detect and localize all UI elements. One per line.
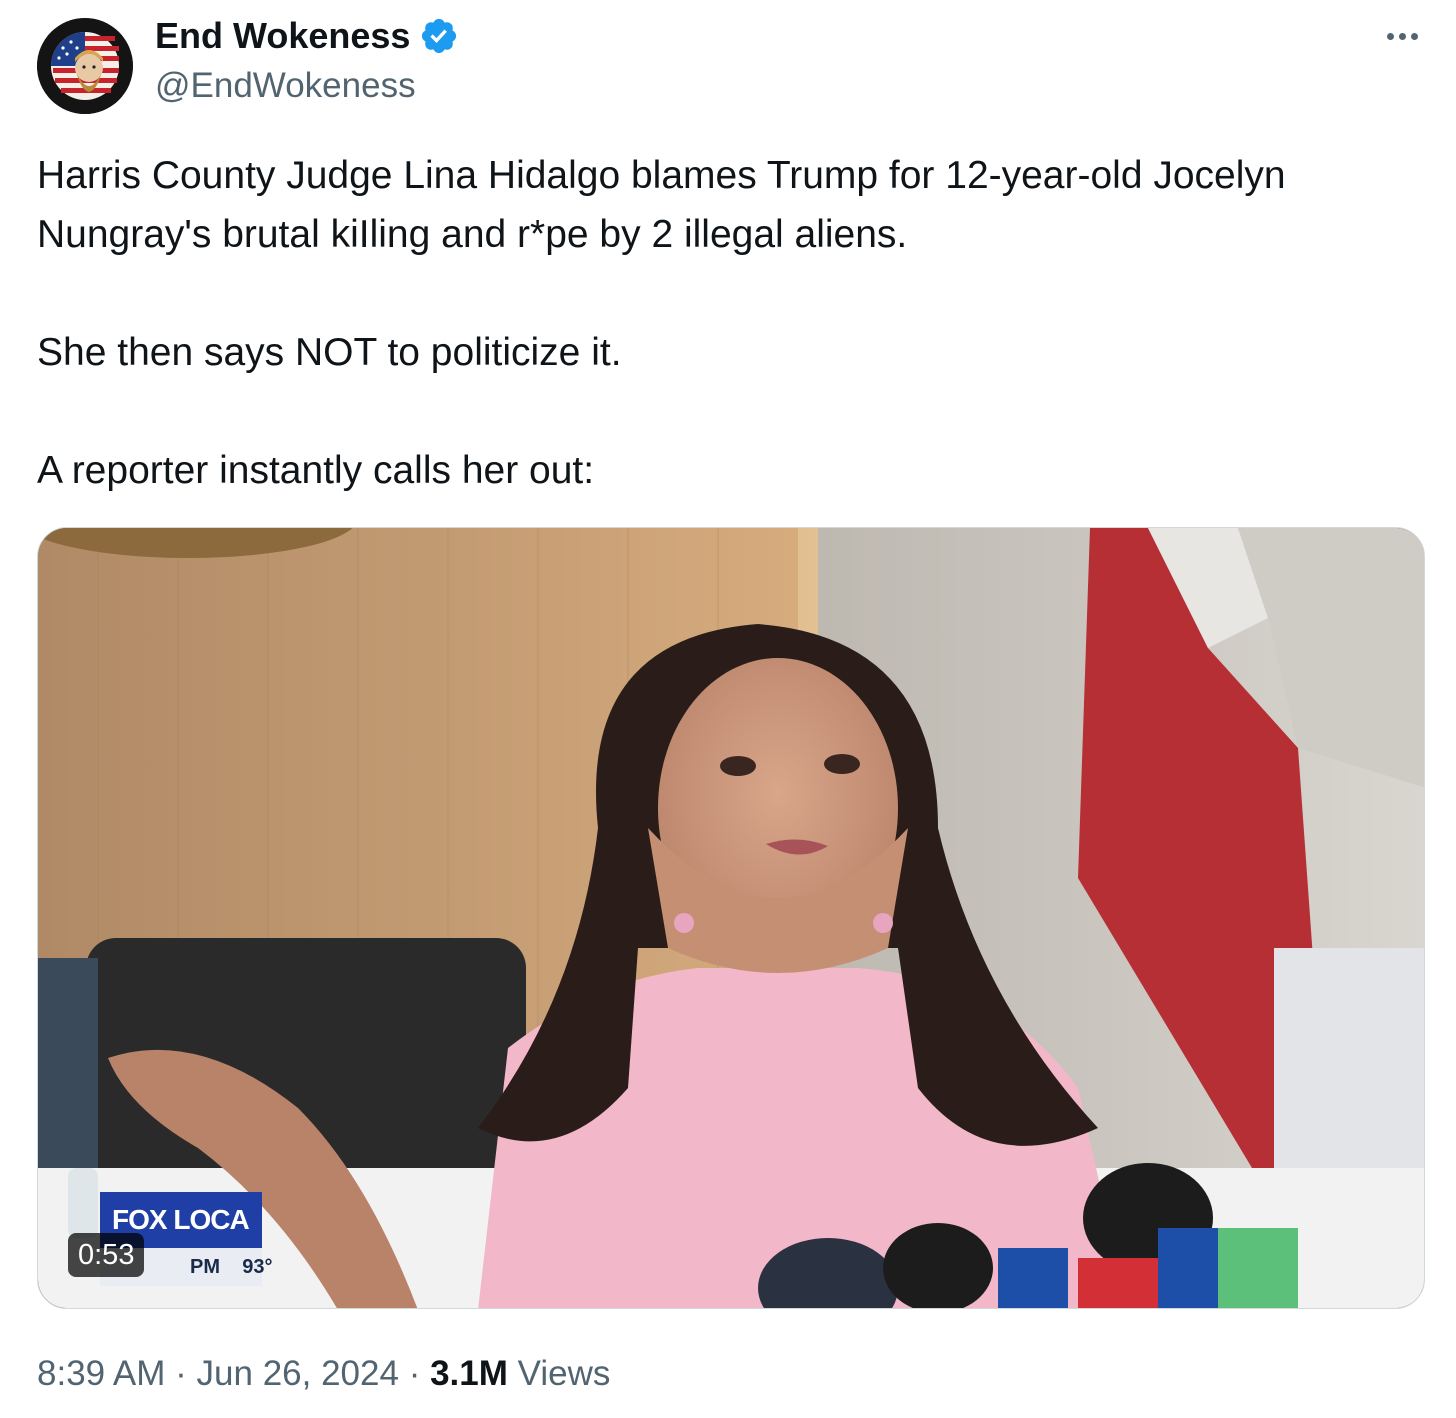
author-handle[interactable]: @EndWokeness [155,64,416,108]
more-horizontal-icon [1386,32,1394,40]
more-horizontal-icon [1410,32,1418,40]
tweet-paragraph: A reporter instantly calls her out: [37,449,595,492]
meta-separator: · [175,1354,187,1393]
more-options-button[interactable] [1378,18,1426,54]
tweet-meta: 8:39 AM · Jun 26, 2024 · 3.1M Views [37,1350,610,1398]
author-avatar[interactable] [37,18,133,114]
station-bug-temp: 93° [242,1256,273,1278]
tweet-paragraph: She then says NOT to politicize it. [37,331,622,374]
meta-separator: · [408,1354,421,1393]
author-name-text[interactable]: End Wokeness [155,14,410,58]
tweet-card: End Wokeness @EndWokeness Harris County … [0,0,1456,1418]
video-player[interactable]: FOX LOCA PM 93° 0:53 [37,527,1425,1309]
avatar-image [37,18,133,114]
tweet-time[interactable]: 8:39 AM [37,1354,165,1393]
views-count: 3.1M [430,1354,508,1393]
video-duration-badge: 0:53 [68,1233,145,1277]
tweet-text: Harris County Judge Lina Hidalgo blames … [37,146,1427,500]
more-horizontal-icon [1398,32,1406,40]
author-name[interactable]: End Wokeness [155,14,459,58]
tweet-date[interactable]: Jun 26, 2024 [197,1354,399,1393]
tweet-paragraph: Harris County Judge Lina Hidalgo blames … [37,154,1297,256]
verified-badge-icon[interactable] [419,16,459,56]
station-bug-time: PM [190,1256,220,1278]
views-label: Views [517,1354,611,1393]
